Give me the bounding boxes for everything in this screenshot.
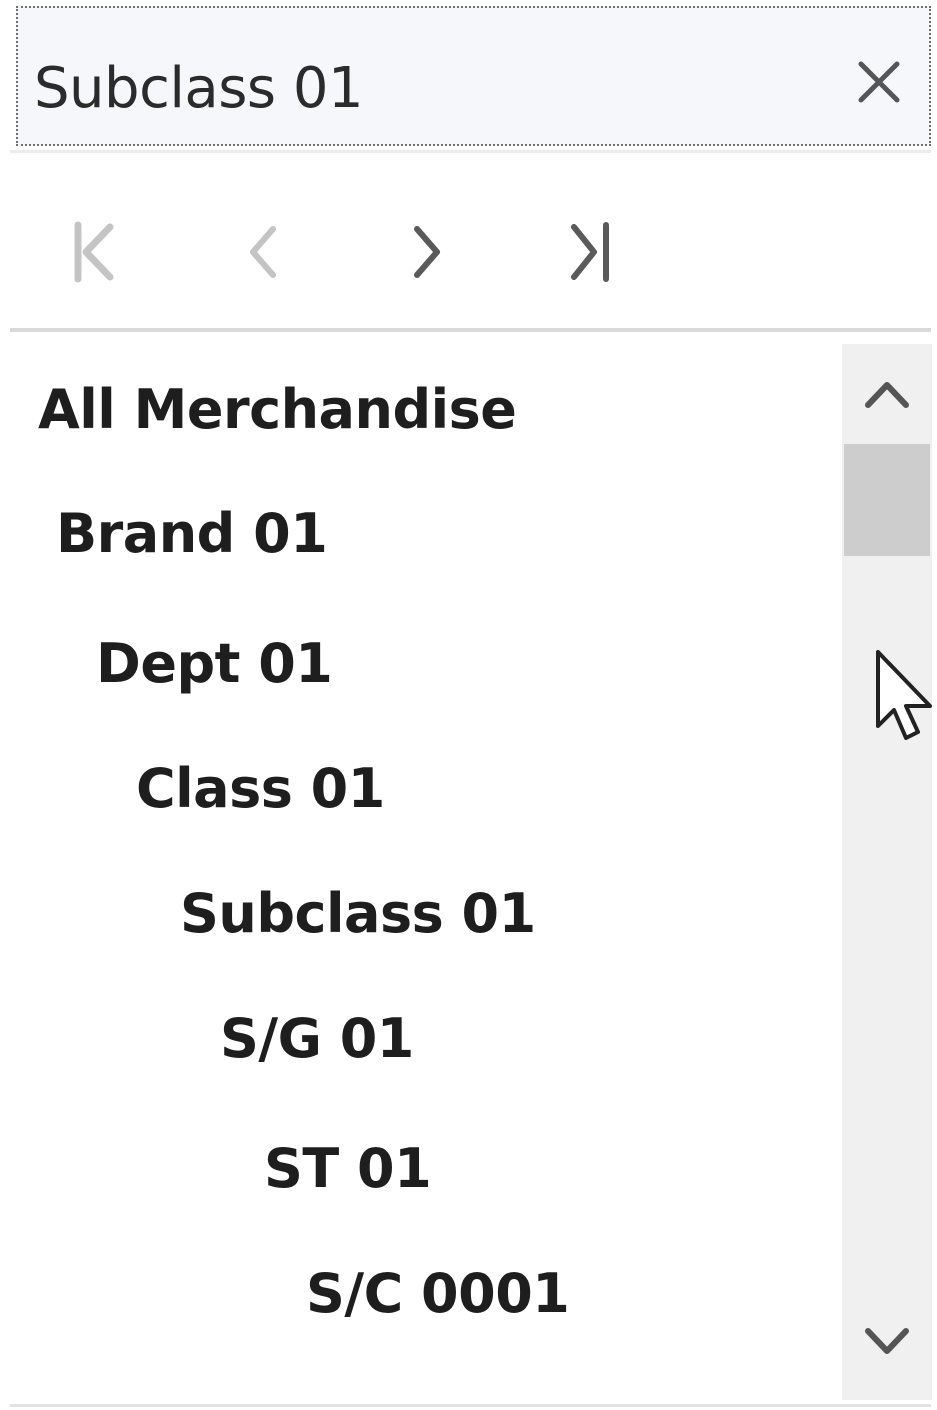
first-page-button[interactable] [54,214,134,294]
search-box [16,6,931,146]
scroll-thumb[interactable] [844,444,930,556]
next-page-button[interactable] [386,214,466,294]
pager-divider [10,328,931,332]
tree-node-subgroup[interactable]: S/G 01 [220,983,414,1093]
chevron-up-icon [862,377,912,417]
clear-search-button[interactable] [849,54,909,114]
hierarchy-tree: All Merchandise Brand 01 Dept 01 Class 0… [10,340,840,1400]
close-icon [855,58,903,110]
scroll-down-button[interactable] [842,1308,932,1378]
search-input[interactable] [34,48,794,128]
tree-node-brand[interactable]: Brand 01 [56,478,328,588]
first-page-icon [64,217,124,291]
pager-toolbar [10,170,931,328]
tree-node-class[interactable]: Class 01 [136,733,385,843]
hierarchy-picker-panel: All Merchandise Brand 01 Dept 01 Class 0… [0,0,937,1410]
bottom-border [10,1404,931,1407]
tree-node-subclass[interactable]: Subclass 01 [180,858,536,968]
chevron-left-icon [239,217,289,291]
search-divider [10,150,931,153]
tree-node-dept[interactable]: Dept 01 [96,608,333,718]
chevron-right-icon [401,217,451,291]
chevron-down-icon [862,1323,912,1363]
previous-page-button[interactable] [224,214,304,294]
last-page-button[interactable] [552,214,632,294]
tree-node-style-color[interactable]: S/C 0001 [306,1238,570,1348]
scroll-up-button[interactable] [842,362,932,432]
tree-node-style[interactable]: ST 01 [264,1113,432,1223]
vertical-scrollbar[interactable] [842,344,932,1400]
tree-node-all-merchandise[interactable]: All Merchandise [38,354,517,464]
last-page-icon [562,217,622,291]
